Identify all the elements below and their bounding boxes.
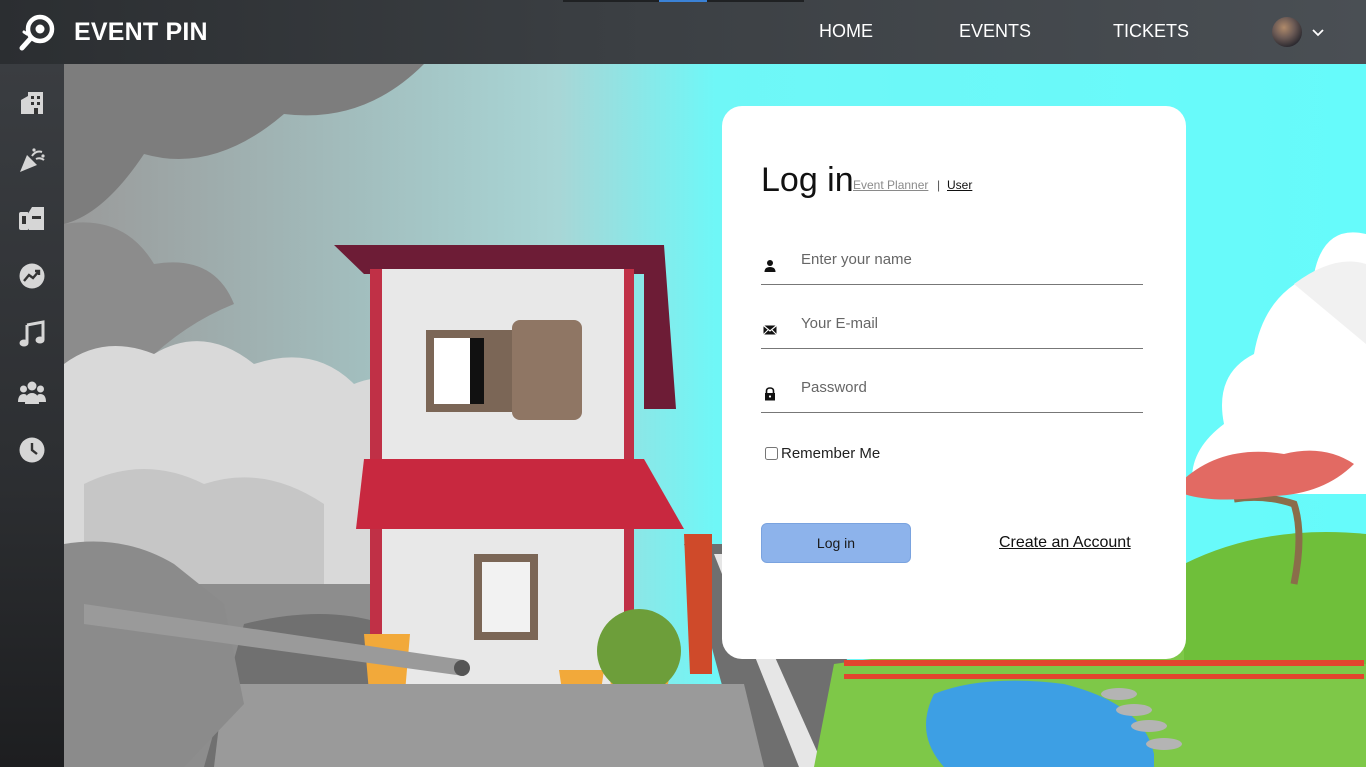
- envelope-icon: [763, 325, 777, 335]
- party-popper-icon[interactable]: [18, 146, 46, 174]
- password-field: [761, 365, 1143, 413]
- remember-me[interactable]: Remember Me: [765, 445, 880, 462]
- trending-icon[interactable]: [18, 262, 46, 290]
- create-account-link[interactable]: Create an Account: [999, 534, 1131, 552]
- event-planner-link[interactable]: Event Planner: [853, 178, 928, 192]
- remember-me-label: Remember Me: [781, 445, 881, 462]
- top-accent-active: [659, 0, 707, 2]
- top-accent-line: [563, 0, 659, 2]
- email-field: [761, 301, 1143, 349]
- building-icon[interactable]: [18, 88, 46, 116]
- lock-icon: [765, 387, 775, 401]
- clock-icon[interactable]: [18, 436, 46, 464]
- remember-me-checkbox[interactable]: [765, 447, 778, 460]
- music-note-icon[interactable]: [18, 320, 46, 348]
- chevron-down-icon[interactable]: [1310, 24, 1326, 40]
- login-card: Log in Event Planner | User Remember Me …: [722, 106, 1186, 659]
- email-input[interactable]: [801, 309, 1131, 337]
- name-field: [761, 237, 1143, 285]
- user-avatar[interactable]: [1272, 17, 1302, 47]
- name-input[interactable]: [801, 245, 1131, 273]
- nav-tickets[interactable]: TICKETS: [1113, 21, 1189, 42]
- nav-home[interactable]: HOME: [819, 21, 873, 42]
- person-icon: [764, 260, 776, 272]
- user-link[interactable]: User: [947, 178, 972, 192]
- nav-events[interactable]: EVENTS: [959, 21, 1031, 42]
- ticket-machine-icon[interactable]: [18, 204, 46, 232]
- password-input[interactable]: [801, 373, 1131, 401]
- event-pin-logo-icon[interactable]: [18, 12, 58, 52]
- login-title: Log in: [761, 161, 854, 199]
- sidebar: [0, 64, 64, 767]
- group-icon[interactable]: [18, 378, 46, 406]
- role-separator: |: [937, 178, 941, 192]
- login-button[interactable]: Log in: [761, 523, 911, 563]
- top-accent-line: [707, 0, 804, 2]
- top-bar: EVENT PIN HOME EVENTS TICKETS: [0, 0, 1366, 64]
- brand-name[interactable]: EVENT PIN: [74, 18, 208, 47]
